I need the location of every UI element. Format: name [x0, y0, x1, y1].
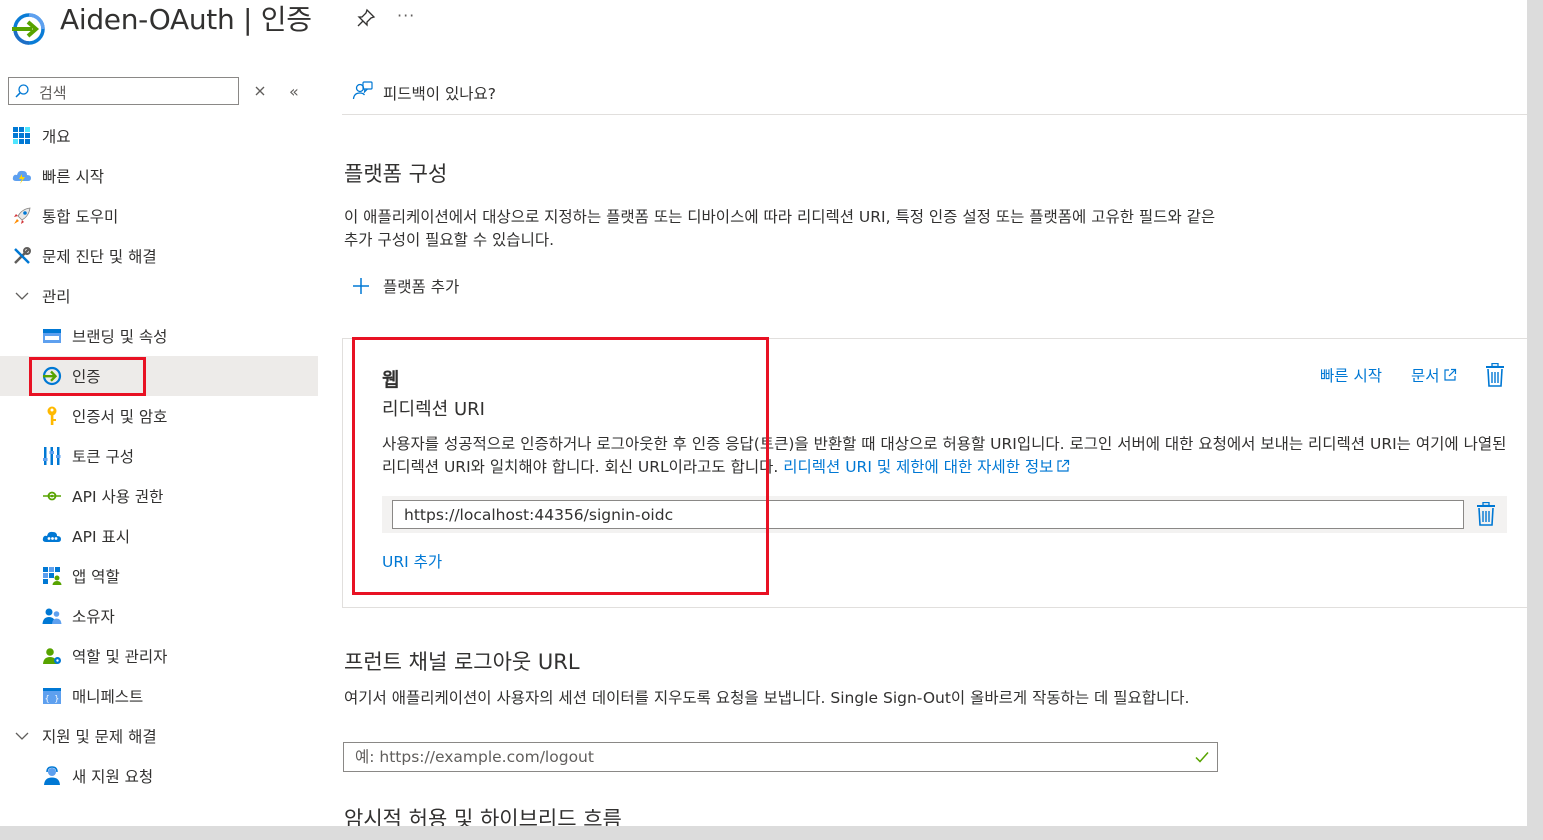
search-icon	[15, 84, 29, 98]
external-link-icon	[1443, 368, 1456, 381]
web-docs-link[interactable]: 문서	[1411, 364, 1457, 386]
sidebar-group-support[interactable]: 지원 및 문제 해결	[0, 716, 318, 756]
platform-config-description: 이 애플리케이션에서 대상으로 지정하는 플랫폼 또는 디바이스에 따라 리디렉…	[344, 208, 1216, 249]
grid-icon	[12, 126, 32, 146]
highlight-box	[352, 337, 769, 595]
add-platform-label: 플랫폼 추가	[383, 278, 460, 296]
key-icon	[42, 406, 62, 426]
frontchannel-logout-title: 프런트 채널 로그아웃 URL	[344, 650, 580, 674]
sidebar-item-label: 토큰 구성	[72, 448, 134, 466]
sidebar-item-label: 문제 진단 및 해결	[42, 248, 157, 266]
sidebar-item-label: 인증서 및 암호	[72, 408, 168, 426]
highlight-box	[29, 357, 146, 396]
clear-search-icon[interactable]	[253, 84, 267, 98]
page-title: Aiden-OAuth | 인증	[60, 0, 312, 38]
sidebar-item-label: 소유자	[72, 608, 115, 626]
search-placeholder: 검색	[39, 84, 67, 102]
logout-url-field	[343, 742, 1218, 772]
sidebar-item-branding[interactable]: 브랜딩 및 속성	[0, 316, 318, 356]
sidebar-item-label: 브랜딩 및 속성	[72, 328, 168, 346]
sidebar-item-manifest[interactable]: { } 매니페스트	[0, 676, 318, 716]
sidebar-item-label: API 사용 권한	[72, 488, 164, 506]
sidebar-item-quickstart[interactable]: 빠른 시작	[0, 156, 318, 196]
roles-admin-icon	[42, 646, 62, 666]
docs-label: 문서	[1411, 367, 1440, 385]
sidebar-item-certificates[interactable]: 인증서 및 암호	[0, 396, 318, 436]
add-platform-button[interactable]: 플랫폼 추가	[352, 275, 482, 299]
chevron-down-icon	[14, 728, 30, 744]
collapse-sidebar-icon[interactable]: «	[289, 82, 299, 101]
sidebar-item-label: 역할 및 관리자	[72, 648, 168, 666]
sidebar-item-expose-api[interactable]: API 표시	[0, 516, 318, 556]
frontchannel-logout-description: 여기서 애플리케이션이 사용자의 세션 데이터를 지우도록 요청을 보냅니다. …	[344, 689, 1190, 707]
sidebar-item-owners[interactable]: 소유자	[0, 596, 318, 636]
sidebar-item-label: 관리	[42, 288, 71, 306]
divider	[342, 114, 1527, 115]
feedback-label: 피드백이 있나요?	[383, 85, 496, 103]
delete-uri-trash-icon[interactable]	[1475, 502, 1497, 526]
branding-icon	[42, 326, 62, 346]
sidebar-search-input[interactable]: 검색	[8, 77, 239, 105]
cloud-bolt-icon	[12, 166, 32, 186]
rocket-icon	[12, 206, 32, 226]
app-name: Aiden-OAuth	[60, 3, 235, 36]
cloud-api-icon	[42, 526, 62, 546]
window-edge	[1527, 0, 1543, 840]
sidebar-group-manage[interactable]: 관리	[0, 276, 318, 316]
sidebar-item-api-permissions[interactable]: API 사용 권한	[0, 476, 318, 516]
sidebar-item-diagnose[interactable]: 문제 진단 및 해결	[0, 236, 318, 276]
sidebar-item-label: API 표시	[72, 528, 130, 546]
window-edge	[0, 826, 1543, 840]
sidebar-item-label: 앱 역할	[72, 568, 120, 586]
feedback-button[interactable]: 피드백이 있나요?	[352, 80, 522, 104]
sidebar-item-integration-assistant[interactable]: 통합 도우미	[0, 196, 318, 236]
owners-icon	[42, 606, 62, 626]
platform-config-title: 플랫폼 구성	[344, 162, 448, 186]
more-options-icon[interactable]: ···	[397, 6, 415, 25]
sidebar-item-label: 지원 및 문제 해결	[42, 728, 157, 746]
sidebar-item-label: 빠른 시작	[42, 168, 104, 186]
title-separator: |	[243, 3, 253, 36]
external-link-icon	[1057, 459, 1070, 472]
app-logo	[12, 12, 46, 46]
sidebar-item-app-roles[interactable]: 앱 역할	[0, 556, 318, 596]
api-permission-icon	[42, 486, 62, 506]
pin-icon[interactable]	[356, 8, 376, 28]
manifest-icon: { }	[42, 686, 62, 706]
svg-text:{ }: { }	[45, 694, 59, 703]
page-name: 인증	[260, 3, 312, 36]
sidebar-item-label: 개요	[42, 128, 71, 146]
sidebar-item-new-support-request[interactable]: 새 지원 요청	[0, 756, 318, 796]
checkmark-icon	[1194, 749, 1210, 765]
plus-icon	[352, 277, 370, 295]
sidebar-item-label: 통합 도우미	[42, 208, 119, 226]
support-person-icon	[42, 766, 62, 786]
web-quickstart-link[interactable]: 빠른 시작	[1320, 364, 1382, 386]
sidebar-item-roles-admins[interactable]: 역할 및 관리자	[0, 636, 318, 676]
redirect-uri-learn-more-label: 리디렉션 URI 및 제한에 대한 자세한 정보	[783, 458, 1054, 476]
sidebar-item-overview[interactable]: 개요	[0, 116, 318, 156]
app-roles-icon	[42, 566, 62, 586]
sidebar-item-token-config[interactable]: 토큰 구성	[0, 436, 318, 476]
logout-url-input[interactable]	[344, 743, 1206, 771]
wrench-icon	[12, 246, 32, 266]
feedback-person-icon	[352, 80, 374, 102]
chevron-down-icon	[14, 288, 30, 304]
delete-platform-trash-icon[interactable]	[1484, 363, 1506, 387]
sidebar-item-label: 매니페스트	[72, 688, 144, 706]
sidebar-item-label: 새 지원 요청	[72, 768, 154, 786]
redirect-uri-learn-more-link[interactable]: 리디렉션 URI 및 제한에 대한 자세한 정보	[783, 458, 1070, 476]
token-bars-icon	[42, 446, 62, 466]
